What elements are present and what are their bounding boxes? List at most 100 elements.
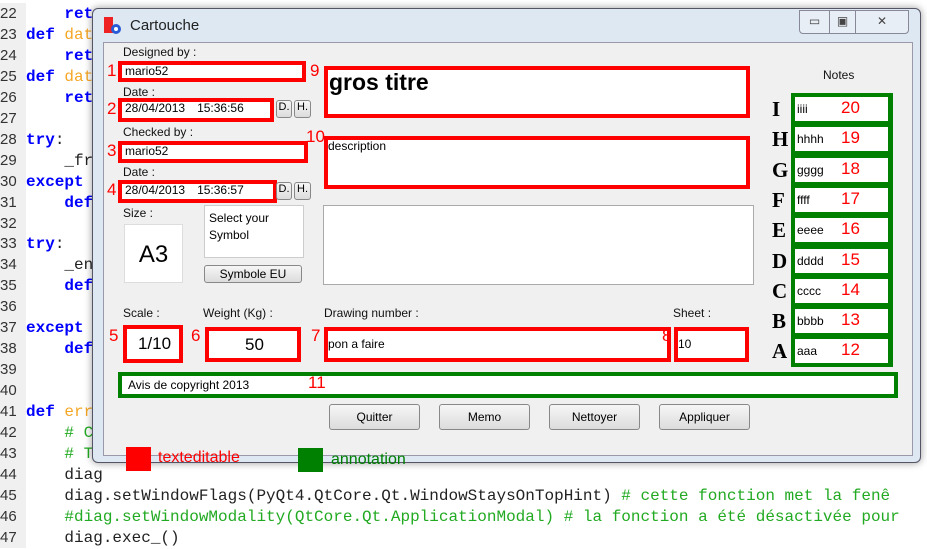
note-value: iiii: [797, 102, 808, 116]
drawing-number-field[interactable]: pon a faire: [324, 327, 671, 362]
note-field[interactable]: aaa 12: [795, 339, 888, 364]
line-number: 27: [0, 107, 26, 129]
note-letter: F: [772, 187, 785, 212]
line-number: 42: [0, 422, 26, 443]
marker-9: 9: [310, 61, 320, 80]
set-date1-button[interactable]: D.: [276, 100, 292, 118]
note-field[interactable]: eeee 16: [795, 218, 888, 243]
note-value: eeee: [797, 223, 824, 238]
set-date2-button[interactable]: D.: [276, 182, 292, 200]
code-token: except: [26, 319, 84, 338]
code-token: :: [54, 130, 65, 149]
scale-label: Scale :: [123, 306, 160, 320]
code-token: _fr: [26, 151, 94, 170]
code-line: 27: [0, 107, 26, 129]
code-token: ret: [64, 5, 94, 23]
note-value: gggg: [797, 162, 824, 177]
line-number: 47: [0, 526, 26, 548]
code-line: 35 def: [0, 275, 94, 297]
note-field[interactable]: iiii 20: [795, 97, 888, 121]
note-letter: I: [772, 97, 781, 121]
copyright-field[interactable]: Avis de copyright 2013 11: [118, 372, 898, 398]
line-number: 23: [0, 23, 26, 45]
note-marker: 18: [841, 158, 860, 178]
cartouche-window: Cartouche ▭ ▣ ✕ Designed by : 1 mario52 …: [92, 8, 921, 472]
line-number: 43: [0, 442, 26, 464]
note-value: dddd: [797, 253, 824, 268]
copyright-value: Avis de copyright 2013: [128, 378, 250, 392]
code-line: 28 try:: [0, 128, 65, 150]
set-time2-button[interactable]: H.: [294, 182, 311, 200]
title-field[interactable]: gros titre: [324, 66, 750, 118]
scale-field[interactable]: 1/10: [123, 325, 183, 363]
note-marker: 16: [841, 219, 860, 239]
memo-button[interactable]: Memo: [439, 404, 530, 430]
note-value: bbbb: [797, 314, 824, 329]
weight-field[interactable]: 50: [205, 327, 301, 362]
app-icon: [104, 17, 121, 34]
checked-by-field[interactable]: mario52: [118, 141, 308, 163]
code-line: 24 ret: [0, 44, 94, 66]
maximize-button[interactable]: ▣: [829, 10, 856, 34]
line-number: 36: [0, 296, 26, 318]
set-time1-button[interactable]: H.: [294, 100, 311, 118]
date2-field[interactable]: 28/04/2013 15:36:57: [118, 180, 277, 203]
code-token: def: [64, 193, 94, 212]
sheet-field[interactable]: 10: [674, 327, 749, 362]
symbol-box[interactable]: Select your Symbol: [204, 205, 304, 258]
clean-button[interactable]: Nettoyer: [549, 404, 640, 430]
code-token: def: [26, 403, 65, 422]
apply-button[interactable]: Appliquer: [659, 404, 750, 430]
code-token: err: [64, 403, 94, 422]
code-line: 42 # C: [0, 422, 93, 443]
code-token: ret: [64, 88, 94, 107]
quit-button[interactable]: Quitter: [329, 404, 420, 430]
code-token: def: [26, 67, 65, 86]
code-token: diag.exec_(): [26, 528, 180, 547]
line-number: 28: [0, 128, 26, 150]
marker-4: 4: [107, 180, 117, 199]
size-display[interactable]: A3: [124, 224, 183, 283]
note-field[interactable]: hhhh 19: [795, 127, 888, 152]
code-token: :: [54, 235, 65, 254]
description-field[interactable]: description: [324, 136, 750, 189]
time2-value: 15:36:57: [197, 183, 244, 197]
note-field[interactable]: gggg 18: [795, 157, 888, 182]
note-field[interactable]: dddd 15: [795, 248, 888, 273]
note-letter: G: [772, 157, 789, 182]
code-token: ret: [64, 46, 94, 65]
note-field[interactable]: ffff 17: [795, 187, 888, 212]
code-line: 30 except: [0, 170, 84, 192]
code-token: def: [64, 277, 94, 296]
line-number: 22: [0, 3, 26, 24]
note-field[interactable]: bbbb 13: [795, 309, 888, 334]
code-line: 23 def dat: [0, 23, 93, 45]
marker-3: 3: [107, 141, 117, 160]
line-number: 45: [0, 484, 26, 506]
close-button[interactable]: ✕: [855, 10, 909, 34]
line-number: 46: [0, 505, 26, 527]
line-number: 40: [0, 380, 26, 402]
note-letter: H: [772, 127, 789, 152]
code-line: 32: [0, 212, 26, 234]
line-number: 29: [0, 149, 26, 171]
drawing-number-label: Drawing number :: [324, 306, 419, 320]
code-line: 33 try:: [0, 233, 65, 255]
notes-label: Notes: [823, 68, 855, 82]
code-line: 45 diag.setWindowFlags(PyQt4.QtCore.Qt.W…: [0, 484, 890, 506]
symbole-eu-button[interactable]: Symbole EU: [204, 265, 302, 283]
code-token: # T: [26, 444, 94, 463]
line-number: 30: [0, 170, 26, 192]
date1-field[interactable]: 28/04/2013 15:36:56: [118, 98, 274, 122]
minimize-button[interactable]: ▭: [799, 10, 830, 34]
note-marker: 13: [841, 310, 860, 330]
note-field[interactable]: cccc 14: [795, 278, 888, 303]
symbol-preview-area: [323, 205, 754, 285]
designed-by-field[interactable]: mario52: [118, 61, 306, 82]
code-token: try: [26, 235, 55, 254]
code-line: 31 def: [0, 191, 94, 213]
